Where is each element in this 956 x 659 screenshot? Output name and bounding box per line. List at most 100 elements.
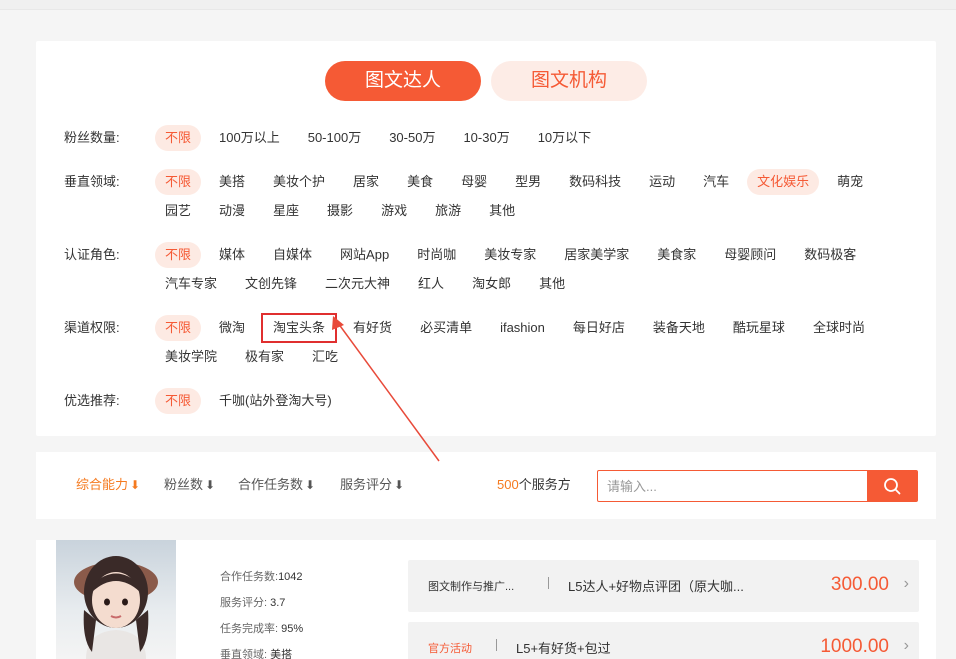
filter-option[interactable]: 时尚咖 xyxy=(407,242,466,268)
stat-value: 美搭 xyxy=(270,649,293,659)
filter-option[interactable]: 美妆个护 xyxy=(263,169,335,195)
divider xyxy=(496,639,497,651)
stat-completion: 任务完成率: 95% xyxy=(220,622,303,648)
filter-option[interactable]: 萌宠 xyxy=(827,169,873,195)
provider-count-number: 500 xyxy=(497,477,519,492)
filter-option[interactable]: 游戏 xyxy=(371,198,417,224)
stat-rating: 服务评分: 3.7 xyxy=(220,596,303,622)
filter-option[interactable]: 园艺 xyxy=(155,198,201,224)
stat-value: 95% xyxy=(281,623,304,635)
filter-option[interactable]: 10万以下 xyxy=(528,125,601,151)
search-button[interactable] xyxy=(867,470,917,502)
filter-label: 认证角色: xyxy=(64,247,120,262)
divider xyxy=(548,577,549,589)
sort-bar: 综合能力 ⬇ 粉丝数 ⬇ 合作任务数 ⬇ 服务评分 ⬇ 500个服务方 xyxy=(36,452,936,519)
filter-option[interactable]: 10-30万 xyxy=(453,125,519,151)
filter-option[interactable]: 网站App xyxy=(330,242,399,268)
filter-option[interactable]: 数码科技 xyxy=(559,169,631,195)
filter-option[interactable]: 酷玩星球 xyxy=(723,315,795,341)
filter-option[interactable]: 美搭 xyxy=(209,169,255,195)
filter-option[interactable]: 型男 xyxy=(505,169,551,195)
filter-option[interactable]: 居家美学家 xyxy=(554,242,639,268)
provider-stats: 合作任务数:1042 服务评分: 3.7 任务完成率: 95% 垂直领域: 美搭 xyxy=(220,570,303,659)
sort-fans[interactable]: 粉丝数 ⬇ xyxy=(164,475,215,495)
filter-option-taobao-toutiao[interactable]: 淘宝头条 xyxy=(261,313,338,343)
sort-label: 合作任务数 xyxy=(238,477,304,492)
sort-label: 粉丝数 xyxy=(164,477,204,492)
filter-option[interactable]: 文化娱乐 xyxy=(747,169,820,195)
filter-option[interactable]: 摄影 xyxy=(317,198,363,224)
avatar[interactable] xyxy=(56,540,176,659)
filter-option[interactable]: 汽车 xyxy=(693,169,739,195)
filter-option[interactable]: 50-100万 xyxy=(298,125,371,151)
filter-option[interactable]: 全球时尚 xyxy=(803,315,875,341)
filter-option[interactable]: 其他 xyxy=(479,198,525,224)
filter-option[interactable]: 30-50万 xyxy=(379,125,445,151)
tab-image-text-talent[interactable]: 图文达人 xyxy=(325,61,481,101)
service-category: 官方活动 xyxy=(428,643,472,655)
filter-option[interactable]: 自媒体 xyxy=(263,242,322,268)
search-box xyxy=(597,470,918,502)
filter-option[interactable]: 千咖(站外登淘大号) xyxy=(209,388,342,414)
filter-label: 粉丝数量: xyxy=(64,130,120,145)
service-price: 300.00 xyxy=(830,574,889,595)
filter-option[interactable]: 不限 xyxy=(155,315,202,341)
filter-option[interactable]: 100万以上 xyxy=(209,125,290,151)
avatar-illustration xyxy=(74,556,158,659)
stat-label: 合作任务数: xyxy=(220,571,279,583)
filter-option[interactable]: 动漫 xyxy=(209,198,255,224)
filter-option[interactable]: 其他 xyxy=(529,271,575,297)
filter-panel: 图文达人 图文机构 粉丝数量: 不限 100万以上 50-100万 30-50万… xyxy=(36,41,936,436)
filter-option[interactable]: 红人 xyxy=(408,271,454,297)
stat-value: 1042 xyxy=(278,571,303,583)
sort-label: 综合能力 xyxy=(76,477,129,492)
filter-label: 优选推荐: xyxy=(64,393,120,408)
filter-option[interactable]: 美食家 xyxy=(647,242,706,268)
filter-option[interactable]: 不限 xyxy=(155,125,202,151)
service-category: 图文制作与推广... xyxy=(428,581,515,593)
filter-option[interactable]: 美妆专家 xyxy=(474,242,546,268)
service-item[interactable]: 图文制作与推广... L5达人+好物点评团（原大咖... 300.00 › xyxy=(408,560,919,612)
provider-card: 合作任务数:1042 服务评分: 3.7 任务完成率: 95% 垂直领域: 美搭… xyxy=(36,540,936,659)
filter-option[interactable]: 不限 xyxy=(155,388,202,414)
filter-option[interactable]: 汽车专家 xyxy=(155,271,227,297)
search-input[interactable] xyxy=(598,471,868,501)
sort-tasks[interactable]: 合作任务数 ⬇ xyxy=(238,475,315,495)
filter-option[interactable]: 必买清单 xyxy=(410,315,482,341)
filter-option[interactable]: 装备天地 xyxy=(643,315,715,341)
filter-option[interactable]: 数码极客 xyxy=(794,242,866,268)
top-bar xyxy=(0,0,956,10)
filter-option[interactable]: 美妆学院 xyxy=(155,344,227,370)
filter-option[interactable]: 母婴顾问 xyxy=(714,242,786,268)
filter-option[interactable]: 运动 xyxy=(639,169,685,195)
filter-option[interactable]: 旅游 xyxy=(425,198,471,224)
service-item[interactable]: 官方活动 L5+有好货+包过 1000.00 › xyxy=(408,622,919,659)
filter-option[interactable]: 星座 xyxy=(263,198,309,224)
stat-value: 3.7 xyxy=(270,597,286,609)
filter-option[interactable]: 文创先锋 xyxy=(235,271,307,297)
filter-option[interactable]: 居家 xyxy=(343,169,389,195)
filter-option[interactable]: 汇吃 xyxy=(302,344,348,370)
filter-option[interactable]: 淘女郎 xyxy=(462,271,521,297)
filter-option[interactable]: ifashion xyxy=(490,315,555,341)
provider-count-suffix: 个服务方 xyxy=(518,477,571,492)
filter-option[interactable]: 不限 xyxy=(155,169,202,195)
tab-image-text-agency[interactable]: 图文机构 xyxy=(491,61,647,101)
filter-option[interactable]: 有好货 xyxy=(343,315,402,341)
filter-option[interactable]: 媒体 xyxy=(209,242,255,268)
filter-option[interactable]: 极有家 xyxy=(235,344,294,370)
filter-option[interactable]: 美食 xyxy=(397,169,443,195)
filter-option[interactable]: 不限 xyxy=(155,242,202,268)
sort-rating[interactable]: 服务评分 ⬇ xyxy=(340,475,404,495)
filter-label: 渠道权限: xyxy=(64,320,120,335)
sort-label: 服务评分 xyxy=(340,477,393,492)
chevron-right-icon: › xyxy=(903,637,909,654)
provider-count: 500个服务方 xyxy=(497,475,571,495)
filter-option[interactable]: 微淘 xyxy=(209,315,255,341)
filter-option[interactable]: 二次元大神 xyxy=(315,271,400,297)
sort-overall[interactable]: 综合能力 ⬇ xyxy=(76,475,140,495)
filter-option[interactable]: 母婴 xyxy=(451,169,497,195)
filter-option[interactable]: 每日好店 xyxy=(563,315,635,341)
arrow-down-icon: ⬇ xyxy=(305,478,316,492)
arrow-down-icon: ⬇ xyxy=(205,478,216,492)
